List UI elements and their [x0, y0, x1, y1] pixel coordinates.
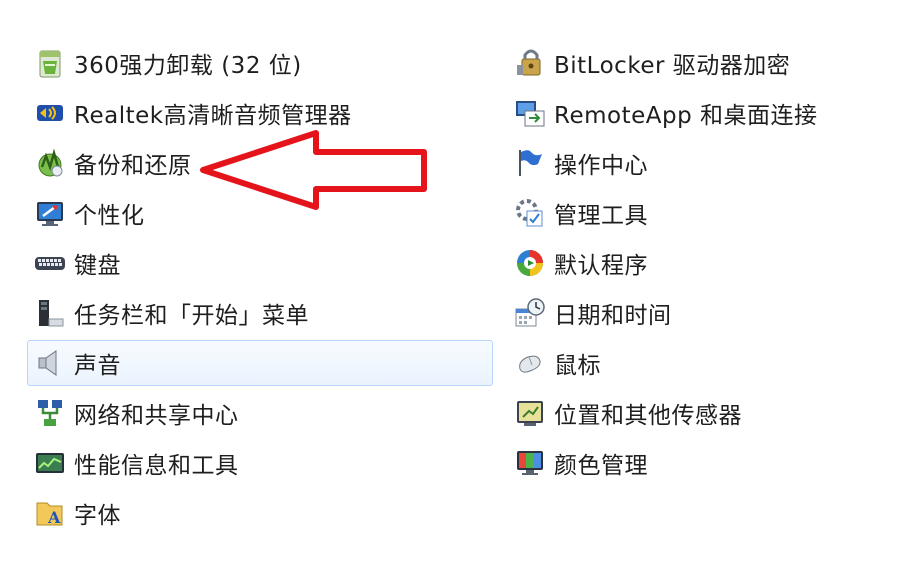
cp-item-label: 字体	[74, 503, 121, 529]
cp-item-label: 网络和共享中心	[74, 403, 239, 429]
network-icon	[38, 400, 62, 426]
cp-item-label: 备份和还原	[74, 153, 192, 179]
cp-item-fonts[interactable]: A 字体	[27, 493, 493, 533]
cp-item-taskbar-start-menu[interactable]: 任务栏和「开始」菜单	[27, 293, 493, 333]
cp-item-label: 位置和其他传感器	[554, 403, 742, 429]
bitlocker-icon	[517, 49, 541, 76]
cp-item-label: Realtek高清晰音频管理器	[74, 103, 352, 129]
sensor-icon	[517, 401, 543, 426]
performance-icon	[36, 453, 64, 473]
cp-item-date-time[interactable]: 日期和时间	[507, 293, 897, 333]
cp-item-bitlocker[interactable]: BitLocker 驱动器加密	[507, 43, 897, 83]
cp-item-personalization[interactable]: 个性化	[27, 193, 493, 233]
cp-item-label: 默认程序	[554, 253, 648, 279]
cp-item-label: 管理工具	[554, 203, 648, 229]
cp-item-realtek-audio[interactable]: Realtek高清晰音频管理器	[27, 93, 493, 133]
cp-item-backup-restore[interactable]: 备份和还原	[27, 143, 493, 183]
personalization-icon	[37, 202, 63, 226]
cp-item-color-management[interactable]: 颜色管理	[507, 443, 897, 483]
cp-item-label: BitLocker 驱动器加密	[554, 53, 791, 79]
flag-icon	[519, 150, 542, 176]
remoteapp-icon	[516, 101, 545, 127]
uninstaller-icon	[39, 50, 61, 78]
cp-item-remoteapp[interactable]: RemoteApp 和桌面连接	[507, 93, 897, 133]
mouse-icon	[519, 355, 541, 373]
cp-item-mouse[interactable]: 鼠标	[507, 343, 897, 383]
realtek-audio-icon	[37, 105, 63, 121]
calendar-clock-icon	[515, 298, 545, 327]
cp-item-admin-tools[interactable]: 管理工具	[507, 193, 897, 233]
cp-item-label: 操作中心	[554, 153, 648, 179]
monitor-icon	[517, 451, 543, 475]
keyboard-icon	[35, 257, 65, 270]
cp-item-keyboard[interactable]: 键盘	[27, 243, 493, 283]
admin-tools-icon	[516, 199, 543, 227]
speaker-icon	[38, 350, 57, 376]
cp-item-label: 声音	[74, 353, 121, 379]
cp-item-sound[interactable]: 声音	[27, 340, 493, 386]
cp-item-label: 任务栏和「开始」菜单	[74, 303, 309, 329]
backup-restore-icon	[38, 148, 63, 177]
cp-item-location-sensors[interactable]: 位置和其他传感器	[507, 393, 897, 433]
cp-item-label: 颜色管理	[554, 453, 648, 479]
control-panel-item-list: 360强力卸载 (32 位) Realtek高清晰音频管理器 备份和还原 个性化	[0, 0, 922, 568]
cp-item-label: 日期和时间	[554, 303, 672, 329]
fonts-icon: A	[36, 502, 63, 527]
cp-item-label: 360强力卸载 (32 位)	[74, 53, 302, 79]
cp-item-action-center[interactable]: 操作中心	[507, 143, 897, 183]
cp-item-network-sharing[interactable]: 网络和共享中心	[27, 393, 493, 433]
taskbar-icon	[39, 300, 64, 327]
svg-text:A: A	[47, 508, 61, 527]
cp-item-label: 鼠标	[554, 353, 601, 379]
cp-item-performance[interactable]: 性能信息和工具	[27, 443, 493, 483]
cp-item-label: 性能信息和工具	[74, 453, 239, 479]
default-programs-icon	[517, 250, 543, 276]
cp-item-label: 个性化	[74, 203, 145, 229]
cp-item-label: 键盘	[74, 253, 121, 279]
cp-item-default-programs[interactable]: 默认程序	[507, 243, 897, 283]
cp-item-360-uninstall[interactable]: 360强力卸载 (32 位)	[27, 43, 493, 83]
cp-item-label: RemoteApp 和桌面连接	[554, 103, 818, 129]
